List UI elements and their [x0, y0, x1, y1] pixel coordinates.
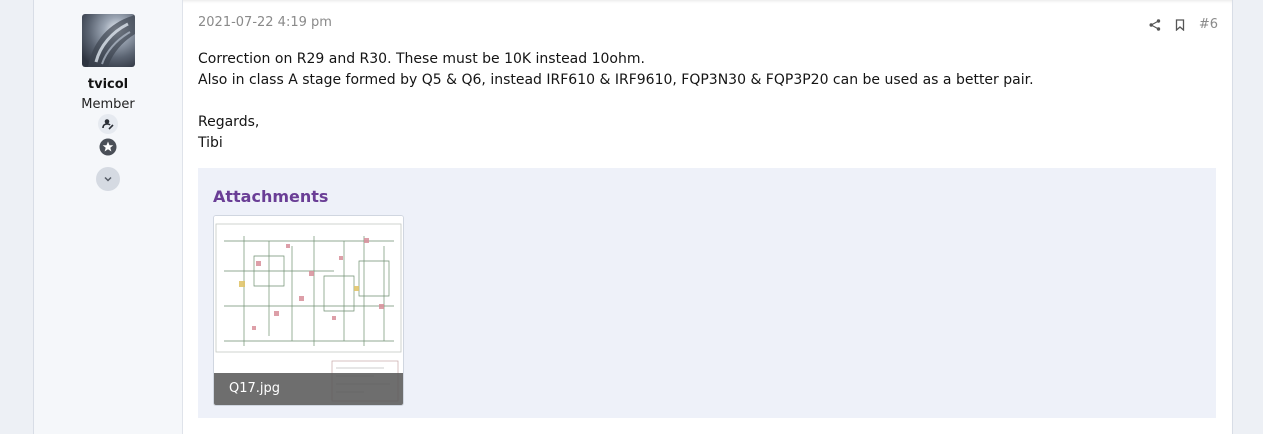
- post-date[interactable]: 2021-07-22 4:19 pm: [198, 15, 332, 30]
- avatar-image: [88, 14, 135, 67]
- star-circle-icon[interactable]: [98, 137, 118, 157]
- username[interactable]: tvicol: [34, 77, 182, 92]
- post-line: Correction on R29 and R30. These must be…: [198, 51, 645, 67]
- bookmark-icon[interactable]: [1175, 18, 1185, 31]
- user-edit-icon[interactable]: [98, 114, 118, 134]
- user-title: Member: [81, 97, 135, 112]
- post-number[interactable]: #6: [1199, 17, 1218, 32]
- attachments-block: Attachments Q17.jpg: [198, 168, 1216, 418]
- post-line: Regards,: [198, 114, 260, 130]
- post-line: [198, 91, 1034, 112]
- avatar[interactable]: [82, 14, 135, 67]
- share-icon[interactable]: [1149, 18, 1161, 31]
- attachment-filename[interactable]: Q17.jpg: [214, 373, 403, 405]
- attachment-thumbnail[interactable]: Q17.jpg: [213, 215, 404, 406]
- post-line: Also in class A stage formed by Q5 & Q6,…: [198, 72, 1034, 88]
- post-actions: #6: [1135, 17, 1232, 32]
- post-body: Correction on R29 and R30. These must be…: [198, 49, 1034, 154]
- user-cell: tvicol Member: [34, 0, 183, 434]
- post-container: tvicol Member 2021-07-22 4:19 pm #6 Corr…: [33, 0, 1233, 434]
- attachments-title: Attachments: [213, 187, 329, 206]
- chevron-down-icon[interactable]: [96, 167, 120, 191]
- post-line: Tibi: [198, 135, 223, 151]
